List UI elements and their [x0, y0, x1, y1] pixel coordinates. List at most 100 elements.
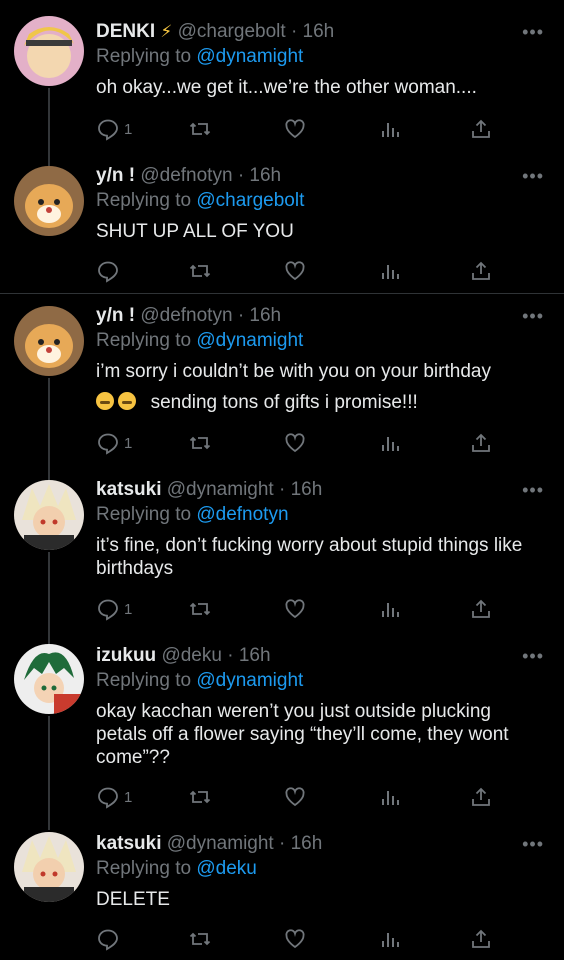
reply-mention-link[interactable]: @dynamight [196, 330, 303, 351]
handle[interactable]: @defnotyn [140, 165, 232, 186]
tweet-text: it’s fine, don’t fucking worry about stu… [96, 535, 523, 579]
analytics-button[interactable] [378, 926, 402, 952]
avatar-image [14, 832, 84, 902]
like-button[interactable] [283, 784, 307, 810]
avatar-image [14, 306, 84, 376]
retweet-button[interactable] [188, 430, 212, 456]
avatar-image [14, 166, 84, 236]
analytics-button[interactable] [378, 430, 402, 456]
retweet-icon [189, 790, 211, 804]
timestamp[interactable]: 16h [249, 305, 281, 326]
share-button[interactable] [469, 596, 493, 622]
reply-mention-link[interactable]: @dynamight [196, 670, 303, 691]
more-options-icon[interactable]: ••• [522, 306, 544, 327]
reply-mention-link[interactable]: @deku [196, 858, 257, 879]
share-button[interactable] [469, 430, 493, 456]
timestamp[interactable]: 16h [303, 21, 335, 42]
replying-to-label: Replying to [96, 670, 192, 691]
retweet-button[interactable] [188, 784, 212, 810]
separator: · [279, 479, 286, 500]
separator: · [279, 833, 286, 854]
analytics-icon [382, 265, 399, 279]
display-name[interactable]: y/n ! [96, 305, 135, 326]
tweet-text-line-2: sending tons of gifts i promise!!! [150, 392, 418, 413]
reply-count: 1 [124, 600, 133, 618]
display-name[interactable]: katsuki [96, 833, 161, 854]
reply-icon [98, 261, 118, 283]
share-icon [472, 261, 490, 280]
timestamp[interactable]: 16h [291, 479, 323, 500]
display-name[interactable]: katsuki [96, 479, 161, 500]
reply-icon [98, 599, 118, 621]
display-name[interactable]: DENKI [96, 21, 155, 42]
share-icon [472, 787, 490, 806]
analytics-button[interactable] [378, 784, 402, 810]
reply-button[interactable]: 1 [96, 784, 132, 810]
handle[interactable]: @chargebolt [178, 21, 286, 42]
avatar[interactable] [14, 306, 84, 376]
avatar[interactable] [14, 16, 84, 86]
replying-to-label: Replying to [96, 504, 192, 525]
heart-icon [285, 261, 305, 281]
handle[interactable]: @dynamight [167, 833, 274, 854]
handle[interactable]: @dynamight [167, 479, 274, 500]
analytics-button[interactable] [378, 116, 402, 142]
handle[interactable]: @deku [161, 645, 222, 666]
share-button[interactable] [469, 926, 493, 952]
tweet[interactable]: DENKI ⚡ @chargebolt · 16h Replying to @d… [0, 0, 564, 160]
more-options-icon[interactable]: ••• [522, 480, 544, 501]
more-options-icon[interactable]: ••• [522, 646, 544, 667]
analytics-button[interactable] [378, 596, 402, 622]
tweet[interactable]: katsuki @dynamight · 16h Replying to @de… [0, 830, 564, 960]
separator: · [237, 165, 245, 186]
retweet-button[interactable] [188, 596, 212, 622]
tweet[interactable]: y/n ! @defnotyn · 16h Replying to @dynam… [0, 294, 564, 466]
reply-button[interactable] [96, 926, 124, 952]
heart-icon [285, 929, 305, 949]
share-button[interactable] [469, 116, 493, 142]
share-icon [472, 599, 490, 618]
reply-button[interactable] [96, 258, 124, 284]
timestamp[interactable]: 16h [249, 165, 281, 186]
avatar[interactable] [14, 644, 84, 714]
analytics-icon [382, 437, 399, 451]
like-button[interactable] [283, 258, 307, 284]
lightning-bolt-icon: ⚡ [160, 22, 173, 41]
avatar[interactable] [14, 166, 84, 236]
reply-icon [98, 787, 118, 809]
handle[interactable]: @defnotyn [140, 305, 232, 326]
heart-icon [285, 119, 305, 139]
avatar[interactable] [14, 480, 84, 550]
more-options-icon[interactable]: ••• [522, 166, 544, 187]
retweet-button[interactable] [188, 258, 212, 284]
share-button[interactable] [469, 784, 493, 810]
reply-button[interactable]: 1 [96, 596, 132, 622]
heart-icon [285, 787, 305, 807]
reply-mention-link[interactable]: @dynamight [196, 46, 303, 67]
share-button[interactable] [469, 258, 493, 284]
more-options-icon[interactable]: ••• [522, 834, 544, 855]
tweet[interactable]: y/n ! @defnotyn · 16h Replying to @charg… [0, 160, 564, 292]
like-button[interactable] [283, 596, 307, 622]
avatar[interactable] [14, 832, 84, 902]
avatar-image [14, 644, 84, 714]
analytics-icon [382, 603, 399, 617]
retweet-button[interactable] [188, 926, 212, 952]
like-button[interactable] [283, 926, 307, 952]
reply-button[interactable]: 1 [96, 116, 132, 142]
retweet-button[interactable] [188, 116, 212, 142]
timestamp[interactable]: 16h [291, 833, 323, 854]
reply-mention-link[interactable]: @defnotyn [196, 504, 288, 525]
display-name[interactable]: izukuu [96, 645, 156, 666]
reply-button[interactable]: 1 [96, 430, 132, 456]
display-name[interactable]: y/n ! [96, 165, 135, 186]
like-button[interactable] [283, 430, 307, 456]
reply-mention-link[interactable]: @chargebolt [196, 190, 304, 211]
reply-count: 1 [124, 120, 133, 138]
analytics-button[interactable] [378, 258, 402, 284]
timestamp[interactable]: 16h [239, 645, 271, 666]
tweet[interactable]: izukuu @deku · 16h Replying to @dynamigh… [0, 642, 564, 828]
like-button[interactable] [283, 116, 307, 142]
more-options-icon[interactable]: ••• [522, 22, 544, 43]
tweet[interactable]: katsuki @dynamight · 16h Replying to @de… [0, 468, 564, 640]
